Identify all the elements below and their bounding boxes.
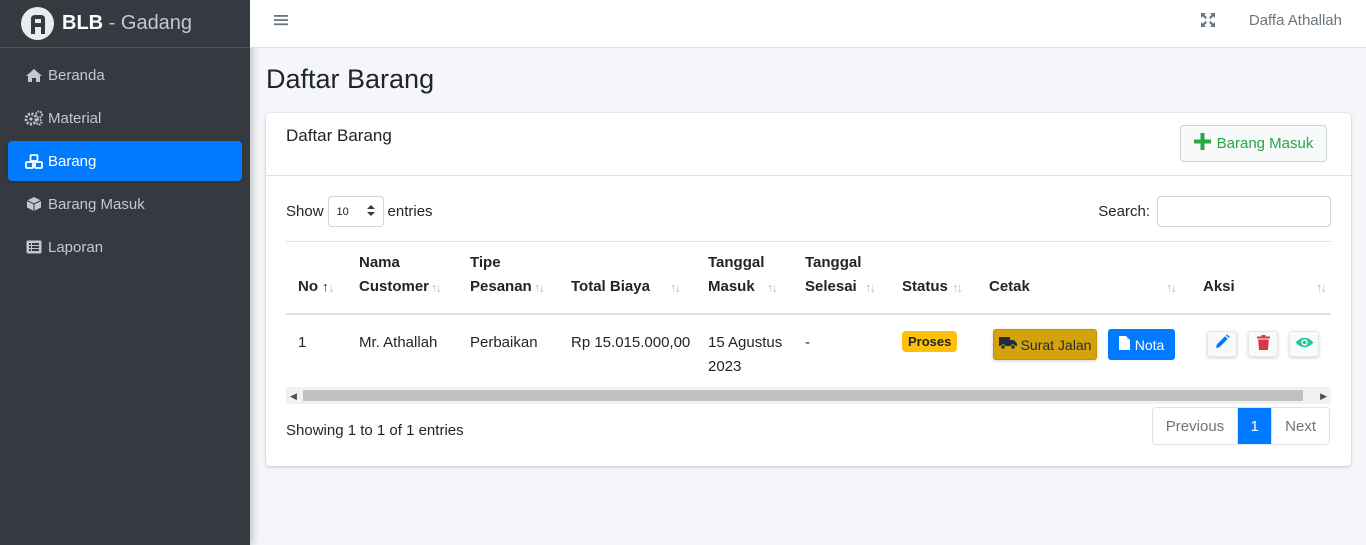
barang-table: No ↑ ↓ Nama Customer ↑↓ Tipe Pesanan ↑↓ To… [286, 241, 1331, 404]
table-info: Showing 1 to 1 of 1 entries [286, 422, 464, 439]
column-header-cetak[interactable]: Cetak [989, 275, 1030, 299]
delete-button[interactable] [1248, 331, 1278, 357]
sidebar-item-beranda[interactable]: Beranda [8, 55, 242, 95]
cell-no: 1 [298, 334, 307, 351]
plus-icon [1193, 133, 1211, 154]
entries-label: entries [387, 203, 433, 220]
column-header-status[interactable]: Status [902, 275, 948, 299]
edit-button[interactable] [1207, 331, 1237, 357]
column-header-total-biaya[interactable]: Total Biaya [571, 275, 650, 299]
sidebar: BLB - Gadang Beranda Material Barang Bar… [0, 0, 250, 545]
sidebar-item-label: Barang Masuk [48, 195, 145, 213]
user-name-link[interactable]: Daffa Athallah [1249, 12, 1342, 29]
brand-subtitle: - Gadang [103, 12, 193, 34]
search-label: Search: [1098, 203, 1150, 220]
cell-tanggal-masuk: 15 Agustus 2023 [708, 334, 783, 375]
card-header: Daftar Barang Barang Masuk [266, 113, 1351, 176]
sidebar-item-label: Laporan [48, 238, 104, 256]
barang-card: Daftar Barang Barang Masuk Show 10 entri… [266, 113, 1351, 466]
top-navbar: Daffa Athallah [250, 0, 1366, 48]
page-title: Daftar Barang [266, 64, 435, 94]
sidebar-item-label: Beranda [48, 66, 105, 84]
view-button[interactable] [1289, 331, 1319, 357]
search-input[interactable] [1157, 196, 1331, 227]
entries-select-value: 10 [336, 205, 349, 218]
search-control: Search: [1098, 196, 1331, 227]
column-header-no[interactable]: No ↑ [298, 275, 329, 299]
previous-button[interactable]: Previous [1153, 408, 1237, 444]
select-arrows-icon [366, 204, 375, 219]
sort-icon: ↑↓ [534, 280, 545, 295]
fullscreen-icon[interactable] [1200, 12, 1216, 32]
pencil-icon [1214, 334, 1230, 354]
truck-icon [998, 336, 1017, 353]
sidebar-item-barang[interactable]: Barang [8, 141, 242, 181]
brand-logo-icon [21, 7, 54, 40]
table-header: No ↑ ↓ Nama Customer ↑↓ Tipe Pesanan ↑↓ To… [286, 241, 1331, 315]
barang-masuk-button-label: Barang Masuk [1216, 135, 1314, 152]
cogs-icon [24, 110, 44, 126]
column-header-tipe-pesanan[interactable]: Tipe Pesanan [470, 251, 532, 299]
scroll-left-arrow-icon[interactable]: ◀ [290, 391, 297, 402]
scrollbar-thumb[interactable] [303, 390, 1303, 401]
sort-icon: ↑↓ [1316, 280, 1327, 295]
scroll-right-arrow-icon[interactable]: ▶ [1320, 391, 1327, 402]
next-button[interactable]: Next [1271, 408, 1329, 444]
home-icon [24, 67, 44, 83]
file-icon [1118, 336, 1130, 353]
box-icon [24, 196, 44, 212]
column-header-tanggal-masuk[interactable]: Tanggal Masuk [708, 251, 764, 299]
column-header-nama-customer[interactable]: Nama Customer [359, 251, 429, 299]
surat-jalan-button[interactable]: Surat Jalan [993, 329, 1097, 360]
surat-jalan-label: Surat Jalan [1020, 336, 1092, 353]
sidebar-item-laporan[interactable]: Laporan [8, 227, 242, 267]
entries-length-control: Show 10 entries [286, 196, 433, 227]
sort-icon: ↑↓ [767, 280, 778, 295]
column-header-aksi[interactable]: Aksi [1203, 275, 1235, 299]
hamburger-menu-icon[interactable] [274, 13, 288, 31]
sort-icon: ↑↓ [952, 280, 963, 295]
status-badge: Proses [902, 331, 958, 352]
sort-icon: ↑↓ [865, 280, 876, 295]
cell-tanggal-selesai: - [805, 334, 810, 351]
sidebar-item-label: Material [48, 109, 102, 127]
eye-icon [1295, 336, 1314, 353]
table-row: 1 Mr. Athallah Perbaikan Rp 15.015.000,0… [286, 315, 1331, 387]
card-title: Daftar Barang [286, 126, 392, 145]
entries-select[interactable]: 10 [327, 196, 384, 227]
show-label: Show [286, 203, 324, 220]
sidebar-item-barang-masuk[interactable]: Barang Masuk [8, 184, 242, 224]
sort-icon: ↑↓ [1166, 280, 1177, 295]
cell-nama-customer: Mr. Athallah [359, 334, 438, 351]
sort-icon: ↑↓ [670, 280, 681, 295]
brand-name: BLB [62, 12, 104, 34]
brand[interactable]: BLB - Gadang [0, 0, 250, 48]
cell-total-biaya: Rp 15.015.000,00 [571, 334, 691, 351]
sidebar-item-material[interactable]: Material [8, 98, 242, 138]
column-header-tanggal-selesai[interactable]: Tanggal Selesai [805, 251, 861, 299]
nota-button[interactable]: Nota [1108, 329, 1175, 360]
sidebar-nav: Beranda Material Barang Barang Masuk Lap… [0, 48, 250, 267]
horizontal-scrollbar[interactable]: ◀ ▶ [286, 387, 1331, 404]
pagination: Previous 1 Next [1151, 407, 1330, 445]
cubes-icon [24, 153, 44, 169]
page-1-button[interactable]: 1 [1237, 408, 1272, 444]
sort-icon: ↑↓ [431, 280, 442, 295]
trash-icon [1256, 334, 1270, 354]
sidebar-item-label: Barang [48, 152, 97, 170]
cell-tipe-pesanan: Perbaikan [470, 334, 538, 351]
sort-icon: ↓ [328, 280, 334, 295]
list-icon [24, 239, 44, 255]
nota-label: Nota [1134, 336, 1165, 353]
barang-masuk-button[interactable]: Barang Masuk [1180, 125, 1327, 162]
